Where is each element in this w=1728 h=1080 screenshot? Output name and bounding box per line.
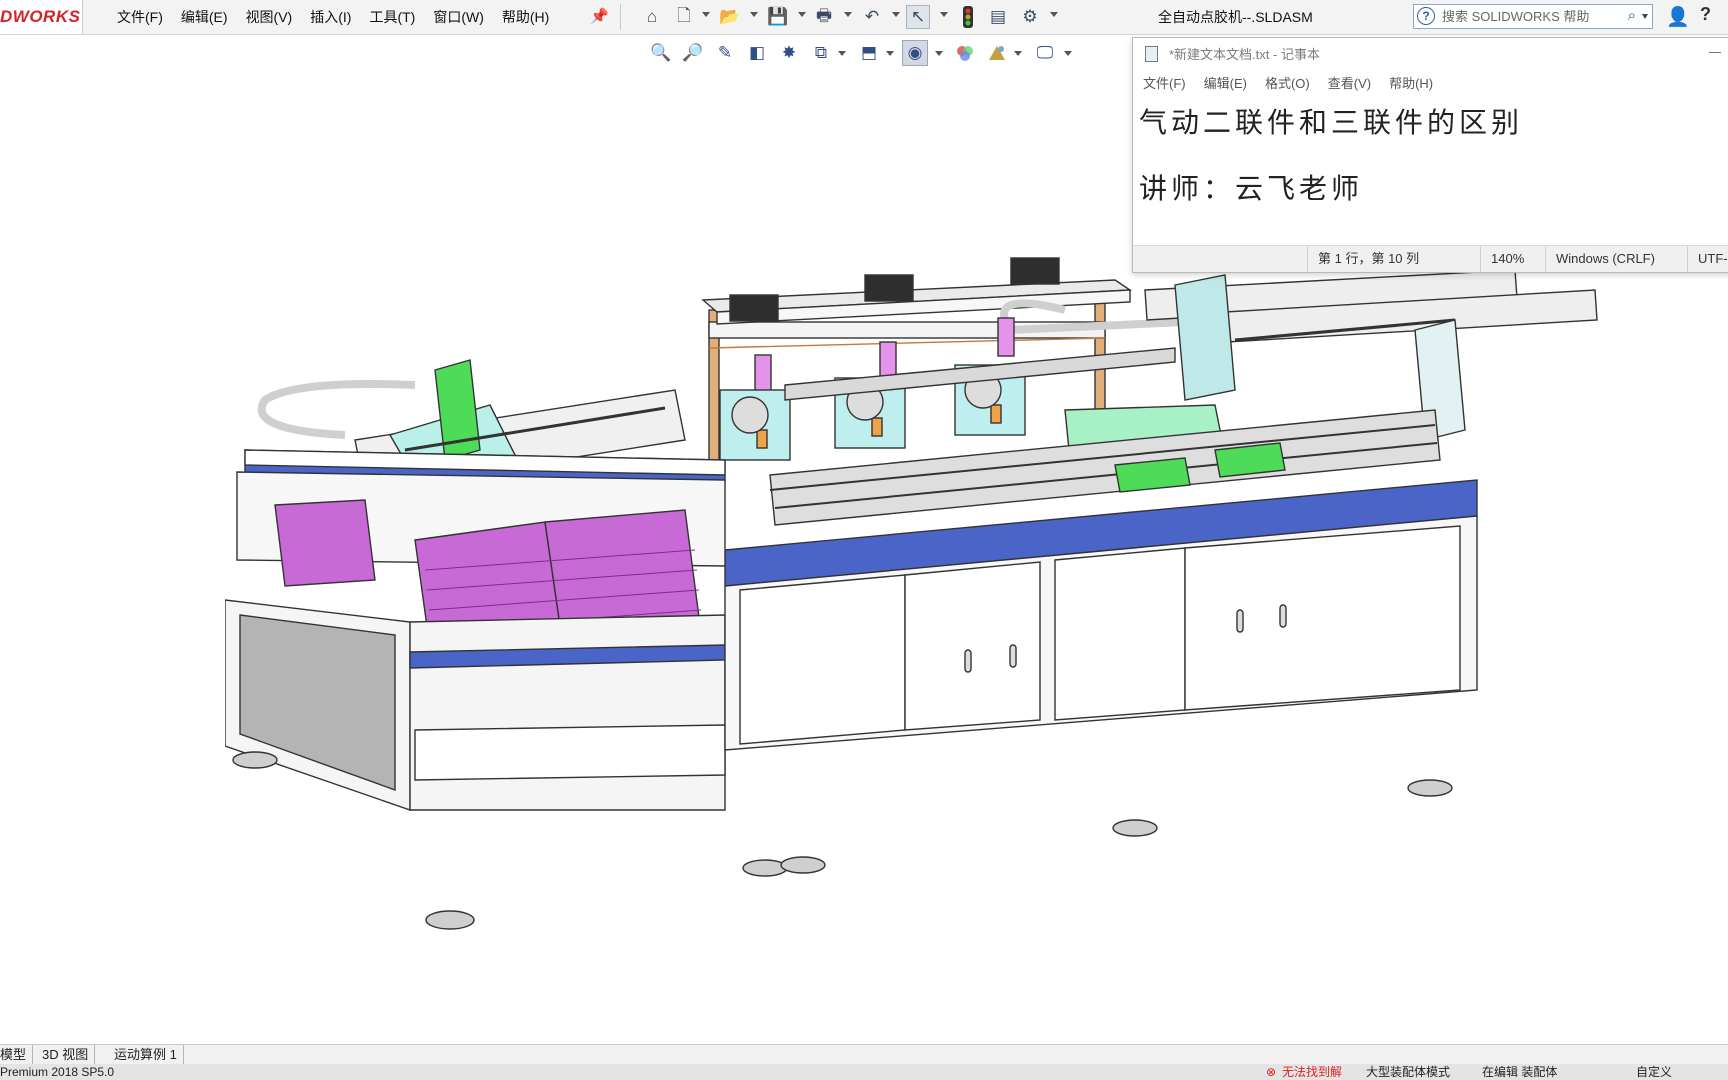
menu-edit[interactable]: 编辑(E) <box>172 0 237 34</box>
menu-tools[interactable]: 工具(T) <box>360 0 424 34</box>
encoding: UTF- <box>1687 246 1728 272</box>
line-ending: Windows (CRLF) <box>1545 246 1655 272</box>
menu-help[interactable]: 帮助(H) <box>493 0 558 34</box>
toolbar-separator <box>620 4 621 30</box>
help-icon[interactable]: ? <box>1700 4 1711 25</box>
bottom-tab-bar: 模型 3D 视图 运动算例 1 <box>0 1044 1728 1065</box>
notepad-menu-format[interactable]: 格式(O) <box>1263 72 1318 96</box>
notepad-menu-bar: 文件(F) 编辑(E) 格式(O) 查看(V) 帮助(H) <box>1133 72 1728 96</box>
notepad-menu-edit[interactable]: 编辑(E) <box>1202 72 1255 96</box>
document-title: 全自动点胶机--.SLDASM <box>1158 9 1313 25</box>
zoom-to-fit-icon[interactable]: 🔍 <box>648 40 674 66</box>
display-style-dropdown-icon[interactable] <box>886 51 894 56</box>
new-dropdown-icon[interactable] <box>702 12 710 17</box>
pin-menu-icon[interactable]: 📌 <box>590 7 610 27</box>
options-gear-icon[interactable]: ⚙ <box>1018 5 1042 29</box>
editing-context: 在编辑 装配体 <box>1482 1065 1558 1079</box>
notepad-text-line: 气动二联件和三联件的区别 <box>1139 106 1524 139</box>
notepad-text-line: 讲师：云飞老师 <box>1139 172 1364 205</box>
open-dropdown-icon[interactable] <box>750 12 758 17</box>
view-orientation-icon[interactable]: ⧉ <box>808 40 834 66</box>
menu-file[interactable]: 文件(F) <box>108 0 172 34</box>
hide-show-dropdown-icon[interactable] <box>935 51 943 56</box>
search-dropdown-icon[interactable] <box>1642 14 1648 19</box>
notepad-menu-help[interactable]: 帮助(H) <box>1387 72 1441 96</box>
version-text: Premium 2018 SP5.0 <box>0 1065 115 1079</box>
select-dropdown-icon[interactable] <box>940 12 948 17</box>
notepad-status-bar: 第 1 行，第 10 列 140% Windows (CRLF) UTF- <box>1133 245 1728 272</box>
options-dropdown-icon[interactable] <box>1050 12 1058 17</box>
notepad-icon <box>1145 46 1158 62</box>
title-bar: DWORKS 文件(F) 编辑(E) 视图(V) 插入(I) 工具(T) 窗口(… <box>0 0 1728 35</box>
menu-view[interactable]: 视图(V) <box>237 0 302 34</box>
help-search-input[interactable]: 搜索 SOLIDWORKS 帮助 <box>1442 5 1589 28</box>
open-folder-icon[interactable]: 📂 <box>718 5 742 29</box>
custom-units[interactable]: 自定义 <box>1636 1064 1672 1080</box>
file-properties-icon[interactable]: ▤ <box>986 5 1010 29</box>
notepad-menu-view[interactable]: 查看(V) <box>1326 72 1379 96</box>
zoom-to-area-icon[interactable]: 🔎 <box>680 40 706 66</box>
save-icon[interactable]: 💾 <box>766 5 790 29</box>
solidworks-logo[interactable]: DWORKS <box>0 0 83 34</box>
tab-motion-study[interactable]: 运动算例 1 <box>108 1045 184 1065</box>
tab-3d-view[interactable]: 3D 视图 <box>36 1045 96 1065</box>
notepad-menu-file[interactable]: 文件(F) <box>1141 72 1194 96</box>
help-question-icon: ? <box>1417 7 1435 25</box>
undo-icon[interactable]: ↶ <box>860 5 884 29</box>
edit-appearance-icon[interactable] <box>952 40 978 66</box>
home-icon[interactable]: ⌂ <box>640 5 664 29</box>
dynamic-annotation-icon[interactable]: ✸ <box>776 40 802 66</box>
section-view-icon[interactable]: ◧ <box>744 40 770 66</box>
view-settings-dropdown-icon[interactable] <box>1064 51 1072 56</box>
print-icon[interactable]: 🖶 <box>812 5 836 29</box>
menu-insert[interactable]: 插入(I) <box>301 0 360 34</box>
help-search-box[interactable]: ? 搜索 SOLIDWORKS 帮助 ⌕ <box>1413 4 1653 29</box>
user-account-icon[interactable]: 👤 <box>1666 5 1690 29</box>
display-style-icon[interactable]: ⬒ <box>856 40 882 66</box>
search-icon[interactable]: ⌕ <box>1628 7 1636 24</box>
rebuild-error-text[interactable]: 无法找到解 <box>1282 1064 1342 1080</box>
view-orientation-dropdown-icon[interactable] <box>838 51 846 56</box>
print-dropdown-icon[interactable] <box>844 12 852 17</box>
hide-show-items-icon[interactable]: ◉ <box>902 40 928 66</box>
notepad-title: *新建文本文档.txt - 记事本 <box>1169 47 1320 62</box>
view-settings-monitor-icon[interactable]: 🖵 <box>1032 40 1058 66</box>
menu-bar: 文件(F) 编辑(E) 视图(V) 插入(I) 工具(T) 窗口(W) 帮助(H… <box>108 0 558 34</box>
previous-view-icon[interactable]: ✎ <box>712 40 738 66</box>
menu-window[interactable]: 窗口(W) <box>424 0 493 34</box>
tab-model[interactable]: 模型 <box>0 1045 34 1065</box>
undo-dropdown-icon[interactable] <box>892 12 900 17</box>
select-cursor-icon[interactable]: ↖ <box>906 5 930 29</box>
notepad-window[interactable]: *新建文本文档.txt - 记事本 文件(F) 编辑(E) 格式(O) 查看(V… <box>1132 37 1728 273</box>
new-document-icon[interactable]: 🗋 <box>672 5 696 29</box>
notepad-title-bar[interactable]: *新建文本文档.txt - 记事本 <box>1133 38 1728 72</box>
rebuild-error-icon[interactable]: ⊗ <box>1266 1064 1276 1080</box>
cursor-position: 第 1 行，第 10 列 <box>1307 246 1419 272</box>
zoom-level: 140% <box>1480 246 1524 272</box>
status-bar: Premium 2018 SP5.0 ⊗ 无法找到解 大型装配体模式 在编辑 装… <box>0 1064 1728 1080</box>
large-assembly-mode: 大型装配体模式 <box>1366 1065 1451 1079</box>
minimize-icon[interactable] <box>1709 52 1721 53</box>
assembly-3d-model[interactable] <box>225 250 1625 940</box>
scene-dropdown-icon[interactable] <box>1014 51 1022 56</box>
rebuild-traffic-light-icon[interactable] <box>956 5 980 29</box>
apply-scene-icon[interactable] <box>984 40 1010 66</box>
save-dropdown-icon[interactable] <box>798 12 806 17</box>
